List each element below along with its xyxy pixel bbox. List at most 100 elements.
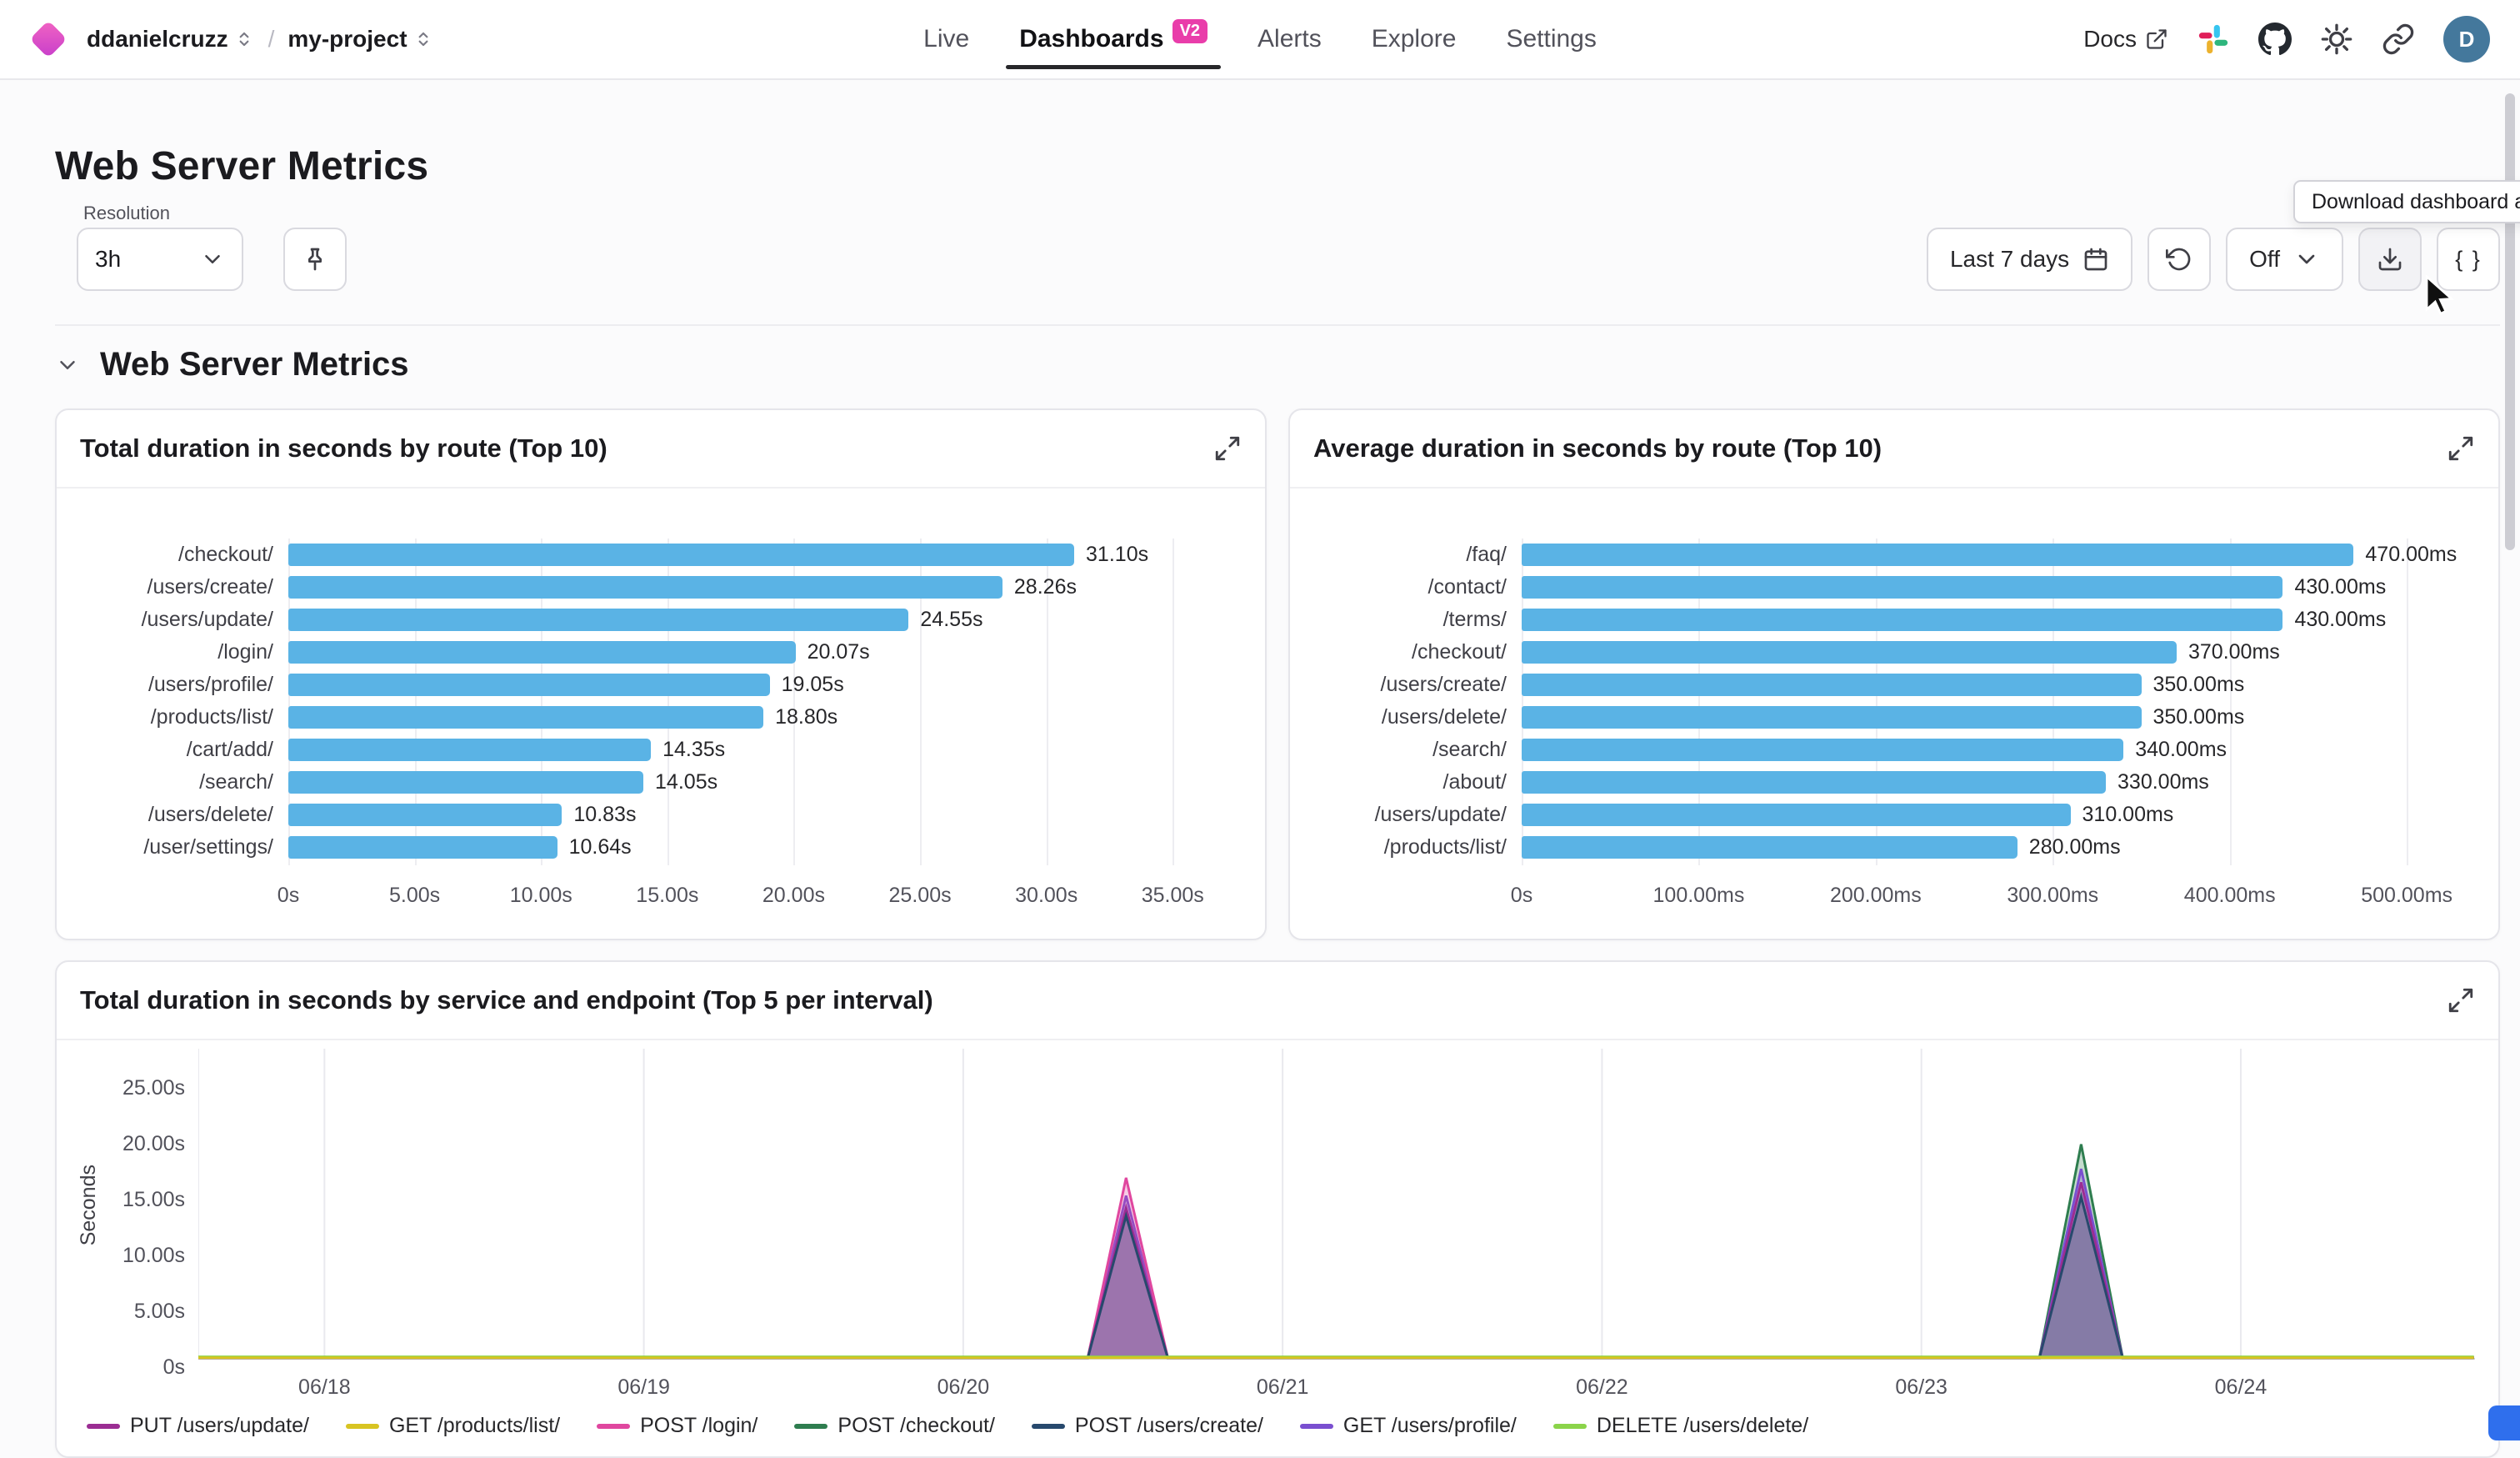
bar-category-label: /users/update/ [1308,799,1522,831]
resolution-select[interactable]: Resolution 3h [77,228,243,291]
x-tick-label: 30.00s [1015,884,1078,908]
pin-dashboard-button[interactable] [283,228,347,291]
legend-item[interactable]: GET /products/list/ [346,1414,560,1438]
bar[interactable] [288,804,562,826]
nav-tab-label: Settings [1506,25,1596,53]
nav-tab-settings[interactable]: Settings [1481,0,1621,79]
bar[interactable] [1522,836,2018,859]
bar[interactable] [1522,641,2177,664]
bar-category-label: /products/list/ [1308,831,1522,864]
download-tooltip: Download dashboard as code [2293,180,2520,223]
hbar-chart: /faq//contact//terms//checkout//users/cr… [1290,489,2498,939]
bar[interactable] [288,609,908,631]
annotations-select[interactable]: Off [2226,228,2343,291]
section-header[interactable]: Web Server Metrics [55,339,2500,390]
chart-card-duration-by-service-endpoint: Total duration in seconds by service and… [55,960,2500,1458]
bar-row: 280.00ms [1522,831,2462,864]
bar[interactable] [1522,771,2106,794]
bar-category-label: /contact/ [1308,571,1522,604]
github-icon[interactable] [2258,23,2292,56]
nav-tab-label: Explore [1372,25,1457,53]
x-tick-label: 5.00s [389,884,440,908]
bar[interactable] [288,674,770,696]
x-tick-label: 25.00s [889,884,952,908]
expand-chart-button[interactable] [1213,434,1242,463]
series-area [198,1145,2474,1359]
bar[interactable] [288,576,1002,599]
docs-label: Docs [2083,26,2137,53]
slack-icon[interactable] [2197,23,2230,56]
legend-item[interactable]: DELETE /users/delete/ [1553,1414,1808,1438]
breadcrumb: ddanielcruzz / my-project [30,26,898,53]
docs-link[interactable]: Docs [2083,26,2168,53]
chart-title: Total duration in seconds by route (Top … [80,433,608,463]
x-tick-label: 06/18 [298,1375,351,1400]
legend-item[interactable]: GET /users/profile/ [1300,1414,1517,1438]
nav-tab-explore[interactable]: Explore [1347,0,1482,79]
bar[interactable] [1522,674,2142,696]
expand-chart-button[interactable] [2447,434,2475,463]
download-dashboard-button[interactable] [2358,228,2422,291]
series-line [198,1178,2474,1358]
x-tick-label: 20.00s [762,884,825,908]
bar-category-label: /terms/ [1308,604,1522,636]
bar-row: 350.00ms [1522,669,2462,701]
bar[interactable] [1522,804,2071,826]
x-tick-label: 06/19 [618,1375,670,1400]
bar[interactable] [1522,609,2282,631]
bar-category-label: /users/update/ [75,604,288,636]
share-link-icon[interactable] [2382,23,2415,56]
scrollbar-thumb[interactable] [2505,93,2515,550]
bar[interactable] [288,739,651,761]
org-switcher[interactable]: ddanielcruzz [87,26,255,53]
chart-card-total-duration-by-route: Total duration in seconds by route (Top … [55,408,1267,940]
bar[interactable] [288,544,1074,566]
legend-item[interactable]: POST /login/ [597,1414,758,1438]
legend-item[interactable]: POST /users/create/ [1032,1414,1263,1438]
bar-category-label: /search/ [1308,734,1522,766]
bar-category-label: /users/create/ [1308,669,1522,701]
x-tick-label: 100.00ms [1653,884,1745,908]
topbar: ddanielcruzz / my-project LiveDashboards… [0,0,2520,80]
legend-item[interactable]: POST /checkout/ [794,1414,995,1438]
legend-label: PUT /users/update/ [130,1414,309,1438]
bar[interactable] [288,771,643,794]
bar[interactable] [1522,706,2142,729]
bar-category-label: /checkout/ [75,539,288,571]
bar-value-label: 370.00ms [2188,640,2280,664]
avatar[interactable]: D [2443,16,2490,63]
bar-value-label: 430.00ms [2294,575,2386,599]
section-title: Web Server Metrics [100,346,409,383]
x-tick-label: 0s [278,884,299,908]
nav-tab-live[interactable]: Live [898,0,994,79]
bar-row: 330.00ms [1522,766,2462,799]
nav-tab-alerts[interactable]: Alerts [1232,0,1347,79]
y-tick-label: 5.00s [134,1300,185,1324]
time-range-value: Last 7 days [1950,246,2069,273]
time-range-button[interactable]: Last 7 days [1927,228,2132,291]
series-area [198,1197,2474,1359]
dashboard-code-button[interactable]: { } [2437,228,2500,291]
avatar-letter: D [2459,27,2475,53]
chevron-down-icon [2293,246,2320,273]
project-switcher[interactable]: my-project [288,26,433,53]
bar[interactable] [288,706,763,729]
bar[interactable] [1522,576,2282,599]
nav-tab-label: Alerts [1258,25,1322,53]
main-nav: LiveDashboardsV2 Alerts Explore Settings [898,0,1622,79]
x-tick-label: 06/21 [1257,1375,1309,1400]
bar[interactable] [288,641,796,664]
expand-chart-button[interactable] [2447,986,2475,1015]
bar[interactable] [1522,739,2123,761]
bar-row: 19.05s [288,669,1228,701]
bar[interactable] [1522,544,2353,566]
legend-item[interactable]: PUT /users/update/ [87,1414,309,1438]
nav-tab-dashboards[interactable]: DashboardsV2 [994,0,1232,79]
refresh-button[interactable] [2148,228,2211,291]
chat-widget-button[interactable] [2488,1405,2520,1440]
legend-swatch [794,1424,828,1429]
theme-toggle-sun-icon[interactable] [2320,23,2353,56]
app-logo-icon[interactable] [29,20,67,58]
bar[interactable] [288,836,558,859]
bar-category-label: /user/settings/ [75,831,288,864]
